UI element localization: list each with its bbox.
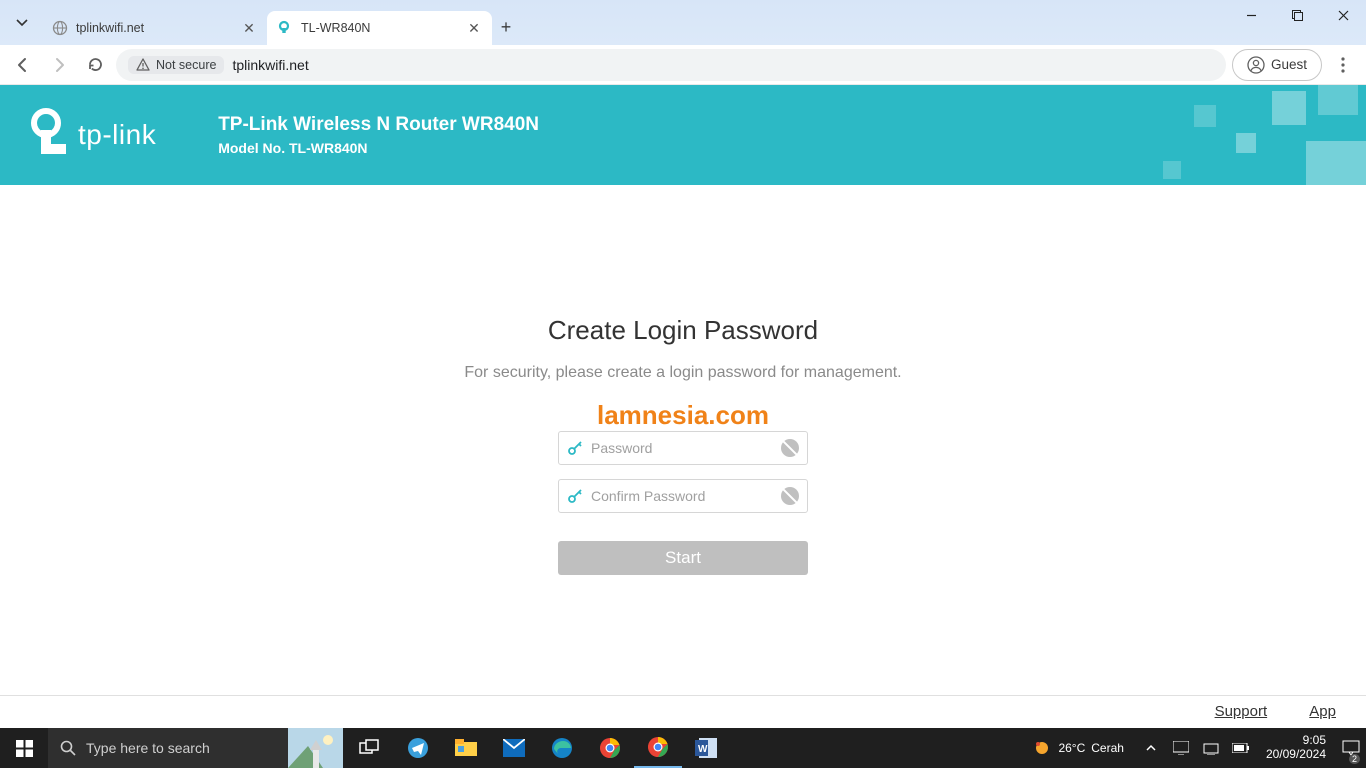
profile-label: Guest bbox=[1271, 57, 1307, 72]
windows-taskbar: Type here to search W 26°C Cerah 9:05 20… bbox=[0, 728, 1366, 768]
tplink-favicon bbox=[277, 20, 293, 36]
start-button[interactable]: Start bbox=[558, 541, 808, 575]
taskbar-app-telegram[interactable] bbox=[394, 728, 442, 768]
taskbar-app-word[interactable]: W bbox=[682, 728, 730, 768]
tray-overflow-button[interactable] bbox=[1140, 728, 1162, 768]
globe-icon bbox=[52, 20, 68, 36]
window-maximize-button[interactable] bbox=[1274, 0, 1320, 30]
tab-tlwr840n[interactable]: TL-WR840N ✕ bbox=[267, 11, 492, 45]
window-minimize-button[interactable] bbox=[1228, 0, 1274, 30]
brand-name: tp-link bbox=[78, 119, 156, 151]
tab-title: tplinkwifi.net bbox=[76, 21, 144, 35]
url-text: tplinkwifi.net bbox=[232, 57, 308, 73]
taskbar-app-chrome-1[interactable] bbox=[586, 728, 634, 768]
tray-network-icon[interactable] bbox=[1200, 728, 1222, 768]
start-menu-button[interactable] bbox=[0, 728, 48, 768]
toggle-password-visibility[interactable] bbox=[781, 439, 799, 457]
confirm-password-field-wrap bbox=[558, 479, 808, 513]
header-decoration bbox=[1146, 85, 1366, 185]
reload-button[interactable] bbox=[80, 50, 110, 80]
app-link[interactable]: App bbox=[1309, 703, 1336, 720]
taskbar-app-chrome-2[interactable] bbox=[634, 728, 682, 768]
back-button[interactable] bbox=[8, 50, 38, 80]
task-view-button[interactable] bbox=[346, 728, 394, 768]
confirm-password-field[interactable] bbox=[591, 488, 773, 504]
search-highlight-icon bbox=[288, 728, 343, 768]
weather-widget[interactable]: 26°C Cerah bbox=[1024, 738, 1132, 758]
address-bar[interactable]: Not secure tplinkwifi.net bbox=[116, 49, 1226, 81]
key-icon bbox=[567, 440, 583, 456]
footer-divider bbox=[0, 695, 1366, 696]
login-area: Create Login Password For security, plea… bbox=[0, 315, 1366, 575]
tab-close-button[interactable]: ✕ bbox=[241, 20, 257, 36]
tab-tplinkwifi[interactable]: tplinkwifi.net ✕ bbox=[42, 11, 267, 45]
window-controls bbox=[1228, 0, 1366, 30]
windows-icon bbox=[16, 740, 33, 757]
tray-battery-icon[interactable] bbox=[1230, 728, 1252, 768]
login-heading: Create Login Password bbox=[0, 315, 1366, 346]
svg-text:W: W bbox=[698, 744, 708, 755]
browser-tabstrip: tplinkwifi.net ✕ TL-WR840N ✕ + bbox=[0, 0, 1366, 45]
window-close-button[interactable] bbox=[1320, 0, 1366, 30]
toggle-confirm-visibility[interactable] bbox=[781, 487, 799, 505]
sun-icon bbox=[1032, 738, 1052, 758]
forward-button[interactable] bbox=[44, 50, 74, 80]
tray-date: 20/09/2024 bbox=[1266, 748, 1326, 762]
system-tray: 26°C Cerah 9:05 20/09/2024 bbox=[1024, 728, 1366, 768]
password-field-wrap bbox=[558, 431, 808, 465]
watermark-text: lamnesia.com bbox=[0, 400, 1366, 431]
taskbar-app-mail[interactable] bbox=[490, 728, 538, 768]
support-link[interactable]: Support bbox=[1215, 703, 1268, 720]
security-chip[interactable]: Not secure bbox=[128, 56, 224, 74]
login-subheading: For security, please create a login pass… bbox=[0, 364, 1366, 382]
tab-close-button[interactable]: ✕ bbox=[466, 20, 482, 36]
tab-title: TL-WR840N bbox=[301, 21, 370, 35]
start-button-label: Start bbox=[665, 548, 701, 568]
weather-temp: 26°C bbox=[1058, 741, 1085, 755]
action-center-button[interactable] bbox=[1340, 728, 1362, 768]
taskbar-search[interactable]: Type here to search bbox=[48, 728, 343, 768]
browser-menu-button[interactable] bbox=[1328, 50, 1358, 80]
new-tab-button[interactable]: + bbox=[492, 13, 520, 41]
page-content: tp-link TP-Link Wireless N Router WR840N… bbox=[0, 85, 1366, 728]
key-icon bbox=[567, 488, 583, 504]
brand: tp-link bbox=[28, 108, 156, 163]
weather-desc: Cerah bbox=[1091, 741, 1124, 755]
taskbar-search-placeholder: Type here to search bbox=[86, 740, 210, 756]
warning-icon bbox=[136, 58, 150, 72]
browser-toolbar: Not secure tplinkwifi.net Guest bbox=[0, 45, 1366, 85]
security-label: Not secure bbox=[156, 58, 216, 72]
router-title: TP-Link Wireless N Router WR840N bbox=[218, 114, 539, 136]
tplink-logo-icon bbox=[28, 108, 68, 163]
tray-input-indicator[interactable] bbox=[1170, 728, 1192, 768]
profile-button[interactable]: Guest bbox=[1232, 49, 1322, 81]
password-field[interactable] bbox=[591, 440, 773, 456]
taskbar-pinned: W bbox=[346, 728, 730, 768]
taskbar-app-explorer[interactable] bbox=[442, 728, 490, 768]
router-model: Model No. TL-WR840N bbox=[218, 140, 539, 156]
taskbar-app-edge[interactable] bbox=[538, 728, 586, 768]
router-header: tp-link TP-Link Wireless N Router WR840N… bbox=[0, 85, 1366, 185]
search-icon bbox=[60, 740, 76, 756]
tab-search-button[interactable] bbox=[8, 9, 36, 37]
page-footer: Support App bbox=[1177, 703, 1336, 720]
tray-clock[interactable]: 9:05 20/09/2024 bbox=[1260, 734, 1332, 762]
tray-time: 9:05 bbox=[1266, 734, 1326, 748]
router-title-block: TP-Link Wireless N Router WR840N Model N… bbox=[218, 114, 539, 156]
person-icon bbox=[1247, 56, 1265, 74]
